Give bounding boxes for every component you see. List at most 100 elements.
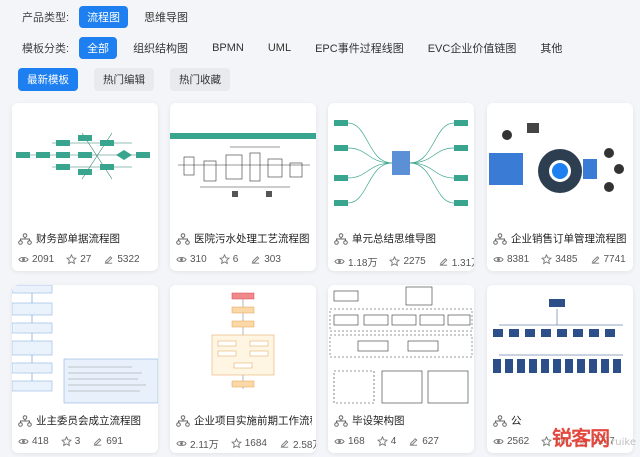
template-card[interactable]: 单元总结思维导图 1.18万 2275 1.31万	[328, 103, 474, 271]
edit-icon	[280, 440, 289, 448]
card-title: 医院污水处理工艺流程图	[176, 231, 312, 246]
edit-icon	[410, 438, 418, 446]
edit-icon	[252, 256, 260, 264]
edits-stat: 691	[92, 436, 123, 447]
stars-stat[interactable]: 3485	[541, 254, 578, 265]
stars-stat[interactable]: 6	[218, 254, 239, 265]
card-stats: 418 3 691	[18, 436, 154, 447]
card-title-text: 单元总结思维导图	[352, 233, 436, 245]
stars-count: 1684	[244, 438, 267, 449]
star-icon	[541, 254, 553, 265]
stars-count: 6	[232, 254, 239, 265]
stars-stat[interactable]: 3	[60, 436, 81, 447]
views-stat: 2091	[18, 254, 54, 265]
views-count: 310	[190, 254, 207, 265]
stars-count: 3	[74, 436, 81, 447]
category-option-uml[interactable]: UML	[260, 39, 299, 57]
category-option-bpmn[interactable]: BPMN	[204, 39, 252, 57]
category-option-other[interactable]: 其他	[532, 37, 570, 59]
template-thumbnail	[328, 285, 474, 405]
card-title: 业主委员会成立流程图	[18, 413, 154, 428]
product-type-option-mindmap[interactable]: 思维导图	[136, 6, 196, 28]
star-icon	[376, 436, 388, 447]
product-type-option-flowchart[interactable]: 流程图	[79, 6, 129, 28]
category-option-epc[interactable]: EPC事件过程线图	[307, 37, 412, 59]
sort-tab-hot-edit[interactable]: 热门编辑	[94, 68, 154, 91]
eye-icon	[334, 258, 345, 265]
views-stat: 2562	[493, 436, 529, 447]
sort-tab-hot-favorite[interactable]: 热门收藏	[170, 68, 230, 91]
stars-count: 3485	[555, 254, 578, 265]
edits-stat: 303	[250, 254, 281, 265]
card-title: 单元总结思维导图	[334, 231, 470, 246]
template-thumbnail	[12, 103, 158, 223]
views-count: 2091	[32, 254, 55, 265]
template-card[interactable]: 医院污水处理工艺流程图 310 6 303	[170, 103, 316, 271]
card-stats: 1.18万 2275 1.31万	[334, 254, 474, 269]
eye-icon	[176, 440, 187, 447]
watermark-text: 锐客网	[552, 426, 610, 450]
eye-icon	[176, 256, 187, 263]
product-type-label: 产品类型:	[22, 12, 70, 24]
template-card[interactable]: 企业销售订单管理流程图 8381 3485 7741	[487, 103, 633, 271]
watermark-sub: ruike	[611, 437, 636, 448]
template-card[interactable]: 毕设架构图 168 4 627	[328, 285, 474, 453]
category-option-all[interactable]: 全部	[79, 37, 118, 59]
edit-icon	[439, 258, 448, 266]
template-card[interactable]: 企业项目实施前期工作流程图 2.11万 1684 2.58万	[170, 285, 316, 453]
stars-stat[interactable]: 2275	[389, 256, 426, 267]
edit-icon	[94, 438, 102, 446]
star-icon	[230, 438, 242, 449]
stars-count: 27	[80, 254, 92, 265]
template-thumbnail	[487, 103, 633, 223]
stars-count: 2275	[403, 256, 426, 267]
star-icon	[66, 254, 78, 265]
template-card[interactable]: 财务部单据流程图 2091 27 5322	[12, 103, 158, 271]
card-title-text: 财务部单据流程图	[36, 233, 120, 245]
star-icon	[541, 436, 553, 447]
template-thumbnail	[170, 103, 316, 223]
edits-count: 691	[106, 436, 123, 447]
sort-tab-newest[interactable]: 最新模板	[18, 68, 78, 91]
edits-stat: 627	[408, 436, 439, 447]
edits-count: 5322	[117, 254, 140, 265]
product-type-filter: 产品类型: 流程图 思维导图	[22, 6, 204, 28]
views-count: 2.11万	[190, 440, 219, 451]
stars-stat[interactable]: 1684	[230, 438, 267, 449]
flow-template-icon	[18, 232, 32, 245]
card-title-text: 企业销售订单管理流程图	[511, 233, 627, 245]
flow-template-icon	[493, 232, 507, 245]
card-title: 企业销售订单管理流程图	[493, 231, 629, 246]
eye-icon	[18, 256, 29, 263]
edits-stat: 2.58万	[279, 436, 316, 451]
views-count: 8381	[507, 254, 530, 265]
card-stats: 8381 3485 7741	[493, 254, 629, 265]
template-card[interactable]: 业主委员会成立流程图 418 3 691	[12, 285, 158, 453]
views-stat: 418	[18, 436, 49, 447]
category-option-evc[interactable]: EVC企业价值链图	[420, 37, 525, 59]
card-title-text: 公	[511, 415, 522, 427]
views-count: 2562	[507, 436, 530, 447]
views-stat: 168	[334, 436, 365, 447]
edits-count: 303	[264, 254, 281, 265]
stars-stat[interactable]: 4	[376, 436, 396, 447]
views-count: 418	[32, 436, 49, 447]
flow-template-icon	[334, 414, 348, 427]
eye-icon	[493, 256, 504, 263]
views-stat: 1.18万	[334, 254, 377, 269]
stars-stat[interactable]: 27	[66, 254, 91, 265]
card-stats: 168 4 627	[334, 436, 470, 447]
edits-count: 2.58万	[292, 440, 316, 451]
category-option-org-chart[interactable]: 组织结构图	[125, 37, 196, 59]
flow-template-icon	[176, 232, 190, 245]
edits-stat: 7741	[590, 254, 626, 265]
eye-icon	[493, 438, 504, 445]
template-category-label: 模板分类:	[22, 43, 70, 55]
template-thumbnail	[328, 103, 474, 223]
views-count: 168	[348, 436, 365, 447]
card-stats: 2091 27 5322	[18, 254, 154, 265]
template-thumbnail	[170, 285, 316, 405]
edit-icon	[105, 256, 113, 264]
star-icon	[389, 256, 401, 267]
star-icon	[60, 436, 72, 447]
